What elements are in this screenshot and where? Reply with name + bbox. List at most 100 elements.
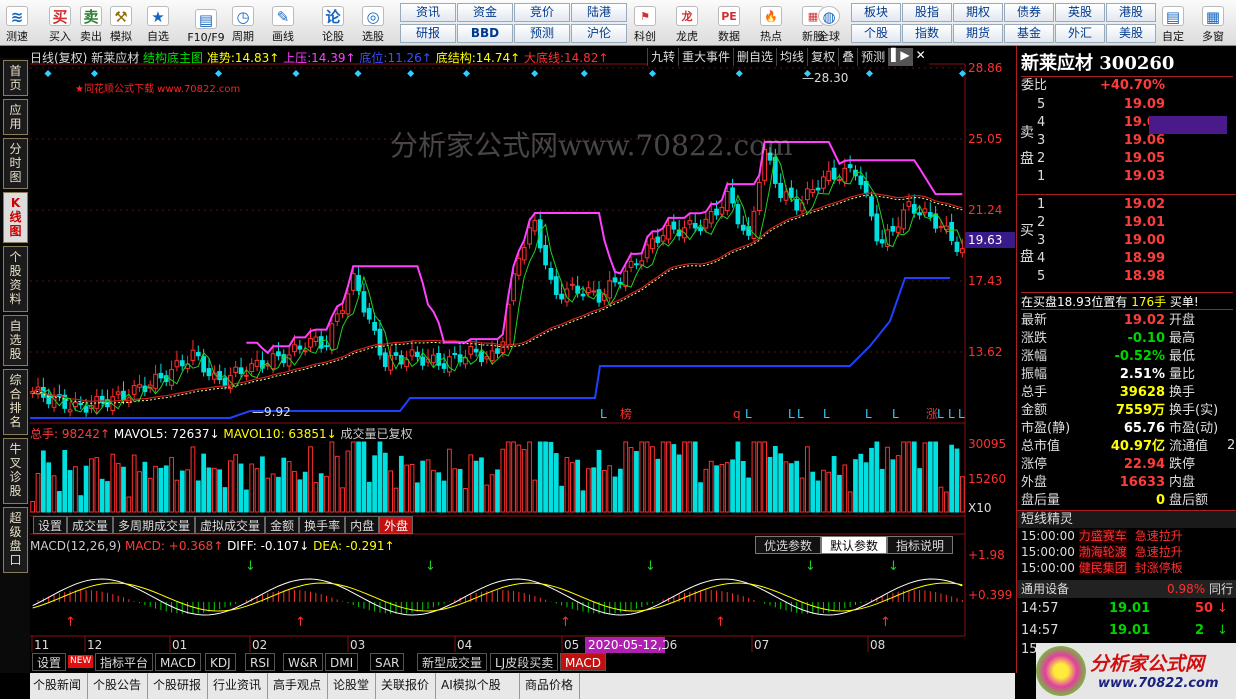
toolbar-market-button[interactable]: 板块 bbox=[851, 3, 901, 22]
news-tab[interactable]: 高手观点 bbox=[270, 673, 328, 699]
toolbar-grid-button[interactable]: 资金 bbox=[457, 3, 513, 22]
indicator-tab[interactable]: MACD bbox=[560, 653, 606, 671]
volume-sub-tab[interactable]: 成交量 bbox=[67, 516, 114, 534]
volume-bar bbox=[821, 469, 826, 513]
chart-mini-tab[interactable]: 删自选 bbox=[733, 48, 776, 66]
toolbar-clock-button[interactable]: ◷ 周期 bbox=[228, 2, 258, 44]
toolbar-hammer-button[interactable]: ⚒ 模拟 bbox=[106, 2, 136, 44]
macd-param-button[interactable]: 优选参数 bbox=[755, 536, 822, 554]
sidebar-tab[interactable]: 首 页 bbox=[3, 60, 28, 96]
volume-sub-tab[interactable]: 虚拟成交量 bbox=[195, 516, 266, 534]
chart-mini-tab[interactable]: 复权 bbox=[807, 48, 838, 66]
news-tab[interactable]: 关联报价 bbox=[378, 673, 436, 699]
toolbar-globe-button[interactable]: ◍ 全球 bbox=[812, 2, 846, 44]
indicator-tab[interactable]: 设置 bbox=[32, 653, 67, 671]
news-tab[interactable]: AI模拟个股 bbox=[438, 673, 520, 699]
toolbar-market-button[interactable]: 期货 bbox=[953, 24, 1003, 43]
news-tab[interactable]: 论股堂 bbox=[330, 673, 376, 699]
sidebar-tab[interactable]: 综 合 排 名 bbox=[3, 369, 28, 435]
chart-mini-tab[interactable]: 预测 bbox=[857, 48, 888, 66]
chart-mini-tab[interactable]: 叠 bbox=[838, 48, 857, 66]
toolbar-market-button[interactable]: 期权 bbox=[953, 3, 1003, 22]
indicator-tab[interactable]: RSI bbox=[245, 653, 275, 671]
chart-mini-tab[interactable]: 均线 bbox=[776, 48, 807, 66]
indicator-tab[interactable]: 指标平台 bbox=[95, 653, 154, 671]
toolbar-radar-button[interactable]: ◎ 选股 bbox=[358, 2, 388, 44]
sidebar-tab[interactable]: 分 时 图 bbox=[3, 138, 28, 189]
indicator-tab[interactable]: KDJ bbox=[205, 653, 236, 671]
news-tab[interactable]: 个股新闻 bbox=[30, 673, 88, 699]
volume-sub-tab[interactable]: 多周期成交量 bbox=[113, 516, 196, 534]
toolbar-market-button[interactable]: 美股 bbox=[1106, 24, 1156, 43]
toolbar-market-button[interactable]: 基金 bbox=[1004, 24, 1054, 43]
toolbar-grid-button[interactable]: BBD bbox=[457, 24, 513, 43]
volume-sub-tab[interactable]: 换手率 bbox=[299, 516, 346, 534]
toolbar-market-button[interactable]: 外汇 bbox=[1055, 24, 1105, 43]
news-tab[interactable]: 个股公告 bbox=[90, 673, 148, 699]
toolbar-grid-button[interactable]: 陆港 bbox=[571, 3, 627, 22]
toolbar-sell-button[interactable]: 卖卖出 bbox=[76, 2, 106, 44]
toolbar-grid-button[interactable]: 预测 bbox=[514, 24, 570, 43]
toolbar-window-button[interactable]: ▦ 多窗 bbox=[1196, 2, 1230, 44]
toolbar-pencil-button[interactable]: ✎ 画线 bbox=[268, 2, 298, 44]
toolbar-dragon-button[interactable]: 龙龙虎 bbox=[670, 2, 704, 44]
indicator-tab[interactable]: MACD bbox=[155, 653, 201, 671]
news-tab[interactable]: 商品价格 bbox=[522, 673, 580, 699]
toolbar-wifi-button[interactable]: ≋ 测速 bbox=[2, 2, 32, 44]
volume-sub-tab[interactable]: 外盘 bbox=[379, 516, 414, 534]
toolbar-chat-button[interactable]: 论论股 bbox=[318, 2, 348, 44]
indicator-tab[interactable]: LJ皮段买卖 bbox=[490, 653, 559, 671]
close-icon[interactable]: ✕ bbox=[913, 48, 929, 66]
toolbar-market-button[interactable]: 个股 bbox=[851, 24, 901, 43]
toolbar-star-button[interactable]: ★ 自选 bbox=[143, 2, 173, 44]
chart-nav-icon[interactable]: ▌▶ bbox=[888, 48, 913, 66]
toolbar-market-button[interactable]: 港股 bbox=[1106, 3, 1156, 22]
signal-diamond bbox=[648, 69, 657, 78]
toolbar-market-button[interactable]: 债券 bbox=[1004, 3, 1054, 22]
macd-param-button[interactable]: 指标说明 bbox=[887, 536, 954, 554]
chart-mini-tab[interactable]: 重大事件 bbox=[678, 48, 733, 66]
month-label: 05 bbox=[564, 638, 579, 652]
macd-param-button[interactable]: 默认参数 bbox=[821, 536, 888, 554]
sidebar-tab[interactable]: 牛 叉 诊 股 bbox=[3, 438, 28, 504]
news-tab[interactable]: 个股研报 bbox=[150, 673, 208, 699]
toolbar-grid-button[interactable]: 资讯 bbox=[400, 3, 456, 22]
spirit-row[interactable]: 15:00:00 健民集团 封涨停板 bbox=[1017, 560, 1236, 576]
toolbar-pe-button[interactable]: PE 数据 bbox=[712, 2, 746, 44]
volume-bar bbox=[585, 468, 591, 513]
volume-sub-tab[interactable]: 内盘 bbox=[345, 516, 380, 534]
sidebar-tab[interactable]: 个 股 资 料 bbox=[3, 246, 28, 312]
toolbar-flag-button[interactable]: ⚑ 科创 bbox=[628, 2, 662, 44]
indicator-tab[interactable]: 新型成交量 bbox=[417, 653, 488, 671]
toolbar-f10-button[interactable]: ▤ F10/F9 bbox=[184, 2, 228, 44]
toolbar-grid-button[interactable]: 研报 bbox=[400, 24, 456, 43]
toolbar-market-button[interactable]: 股指 bbox=[902, 3, 952, 22]
news-tab[interactable]: 行业资讯 bbox=[210, 673, 268, 699]
indicator-tab[interactable]: DMI bbox=[325, 653, 359, 671]
industry-more[interactable]: 同行 bbox=[1209, 580, 1233, 598]
indicator-tab[interactable]: W&R bbox=[283, 653, 323, 671]
macd-value: MACD: +0.368↑ bbox=[124, 539, 228, 553]
toolbar-grid-button[interactable]: 竞价 bbox=[514, 3, 570, 22]
sidebar-tab[interactable]: K 线 图 bbox=[3, 192, 28, 243]
sidebar-tab[interactable]: 超 级 盘 口 bbox=[3, 507, 28, 573]
toolbar-custom-button[interactable]: ▤ 自定 bbox=[1156, 2, 1190, 44]
toolbar-market-button[interactable]: 英股 bbox=[1055, 3, 1105, 22]
spirit-row[interactable]: 15:00:00 力盛赛车 急速拉升 bbox=[1017, 528, 1236, 544]
volume-bar bbox=[46, 462, 52, 513]
chart-mini-tab[interactable]: 九转 bbox=[647, 48, 678, 66]
toolbar-market-button[interactable]: 指数 bbox=[902, 24, 952, 43]
toolbar-grid-button[interactable]: 沪伦 bbox=[571, 24, 627, 43]
volume-sub-tab[interactable]: 金额 bbox=[265, 516, 300, 534]
indicator-tab[interactable]: SAR bbox=[370, 653, 405, 671]
candle-body bbox=[169, 369, 174, 386]
toolbar-fire-button[interactable]: 🔥 热点 bbox=[754, 2, 788, 44]
volume-bar bbox=[634, 451, 639, 513]
stat-value: 0 bbox=[1155, 493, 1165, 508]
volume-sub-tab[interactable]: 设置 bbox=[33, 516, 68, 534]
tick-volume: 2 bbox=[1195, 623, 1205, 638]
spirit-row[interactable]: 15:00:00 渤海轮渡 急速拉升 bbox=[1017, 544, 1236, 560]
sidebar-tab[interactable]: 应 用 bbox=[3, 99, 28, 135]
toolbar-buy-button[interactable]: 买买入 bbox=[45, 2, 75, 44]
sidebar-tab[interactable]: 自 选 股 bbox=[3, 315, 28, 366]
